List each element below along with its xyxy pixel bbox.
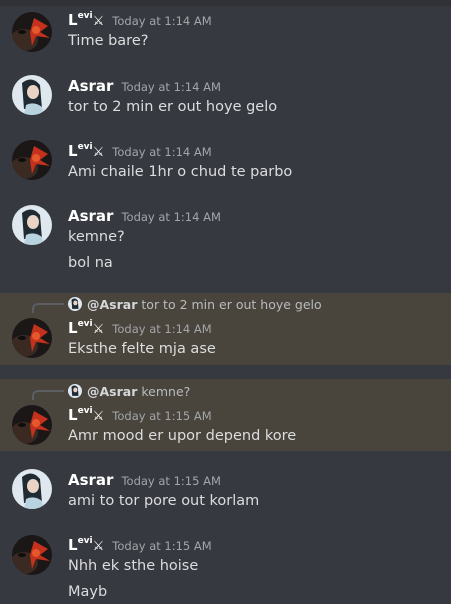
reply-mention[interactable]: @Asrar bbox=[87, 384, 137, 399]
message-text: kemne? bbox=[68, 229, 125, 245]
message-header: Levi⚔ Today at 1:14 AM bbox=[68, 11, 212, 29]
message-header: Asrar Today at 1:14 AM bbox=[68, 77, 221, 95]
message-text: tor to 2 min er out hoye gelo bbox=[68, 99, 278, 115]
message-header: Levi⚔ Today at 1:15 AM bbox=[68, 406, 212, 424]
dark-red-flower-avatar-icon bbox=[12, 140, 52, 180]
avatar-levi[interactable] bbox=[12, 140, 52, 180]
username-levi[interactable]: Levi⚔ bbox=[68, 406, 104, 424]
reply-avatar bbox=[68, 297, 82, 311]
timestamp[interactable]: Today at 1:14 AM bbox=[112, 322, 211, 336]
timestamp[interactable]: Today at 1:14 AM bbox=[112, 14, 211, 28]
message-item: Asrar Today at 1:14 AM kemne? bol na bbox=[0, 198, 451, 293]
username-levi[interactable]: Levi⚔ bbox=[68, 319, 104, 337]
username-asrar[interactable]: Asrar bbox=[68, 207, 113, 225]
avatar-asrar[interactable] bbox=[12, 469, 52, 509]
girl-portrait-avatar-icon bbox=[68, 384, 82, 398]
message-text: Time bare? bbox=[68, 33, 149, 49]
timestamp[interactable]: Today at 1:14 AM bbox=[121, 80, 220, 94]
avatar-asrar[interactable] bbox=[12, 205, 52, 245]
message-header: Levi⚔ Today at 1:14 AM bbox=[68, 319, 212, 337]
avatar-asrar[interactable] bbox=[12, 75, 52, 115]
username-asrar[interactable]: Asrar bbox=[68, 471, 113, 489]
dark-red-flower-avatar-icon bbox=[12, 405, 52, 445]
message-item: Levi⚔ Today at 1:14 AM Time bare? bbox=[0, 6, 451, 68]
message-item-mention: @Asrar kemne? Levi⚔ Today at 1:15 AM Amr… bbox=[0, 379, 451, 451]
dark-red-flower-avatar-icon bbox=[12, 318, 52, 358]
message-item: Asrar Today at 1:15 AM ami to tor pore o… bbox=[0, 462, 451, 527]
reply-preview[interactable]: @Asrar tor to 2 min er out hoye gelo bbox=[68, 296, 322, 312]
reply-spine bbox=[32, 303, 64, 313]
avatar-levi[interactable] bbox=[12, 12, 52, 52]
timestamp[interactable]: Today at 1:14 AM bbox=[121, 210, 220, 224]
username-asrar[interactable]: Asrar bbox=[68, 77, 113, 95]
message-text: bol na bbox=[68, 255, 113, 271]
dark-red-flower-avatar-icon bbox=[12, 535, 52, 575]
girl-portrait-avatar-icon bbox=[12, 205, 52, 245]
message-text: Nhh ek sthe hoise bbox=[68, 558, 199, 574]
girl-portrait-avatar-icon bbox=[12, 75, 52, 115]
timestamp[interactable]: Today at 1:14 AM bbox=[112, 145, 211, 159]
dark-red-flower-avatar-icon bbox=[12, 12, 52, 52]
username-levi[interactable]: Levi⚔ bbox=[68, 142, 104, 160]
username-levi[interactable]: Levi⚔ bbox=[68, 536, 104, 554]
avatar-levi[interactable] bbox=[12, 405, 52, 445]
username-levi[interactable]: Levi⚔ bbox=[68, 11, 104, 29]
reply-text: tor to 2 min er out hoye gelo bbox=[141, 296, 322, 312]
message-text: Ami chaile 1hr o chud te parbo bbox=[68, 164, 293, 180]
message-item: Levi⚔ Today at 1:15 AM Nhh ek sthe hoise… bbox=[0, 527, 451, 604]
reply-mention[interactable]: @Asrar bbox=[87, 297, 137, 312]
message-header: Levi⚔ Today at 1:14 AM bbox=[68, 142, 212, 160]
timestamp[interactable]: Today at 1:15 AM bbox=[112, 409, 211, 423]
girl-portrait-avatar-icon bbox=[68, 297, 82, 311]
timestamp[interactable]: Today at 1:15 AM bbox=[121, 474, 220, 488]
message-item: Levi⚔ Today at 1:14 AM Ami chaile 1hr o … bbox=[0, 133, 451, 198]
reply-preview[interactable]: @Asrar kemne? bbox=[68, 383, 190, 399]
girl-portrait-avatar-icon bbox=[12, 469, 52, 509]
message-text: Eksthe felte mja ase bbox=[68, 341, 216, 357]
avatar-levi[interactable] bbox=[12, 535, 52, 575]
message-item-mention: @Asrar tor to 2 min er out hoye gelo Lev… bbox=[0, 293, 451, 365]
reply-text: kemne? bbox=[141, 383, 191, 399]
message-header: Asrar Today at 1:14 AM bbox=[68, 207, 221, 225]
avatar-levi[interactable] bbox=[12, 318, 52, 358]
message-header: Levi⚔ Today at 1:15 AM bbox=[68, 536, 212, 554]
reply-avatar bbox=[68, 384, 82, 398]
timestamp[interactable]: Today at 1:15 AM bbox=[112, 539, 211, 553]
message-header: Asrar Today at 1:15 AM bbox=[68, 471, 221, 489]
message-text: ami to tor pore out korlam bbox=[68, 493, 260, 509]
message-text: Mayb bbox=[68, 584, 108, 600]
message-item: Asrar Today at 1:14 AM tor to 2 min er o… bbox=[0, 68, 451, 133]
message-text: Amr mood er upor depend kore bbox=[68, 428, 297, 444]
reply-spine bbox=[32, 390, 64, 400]
